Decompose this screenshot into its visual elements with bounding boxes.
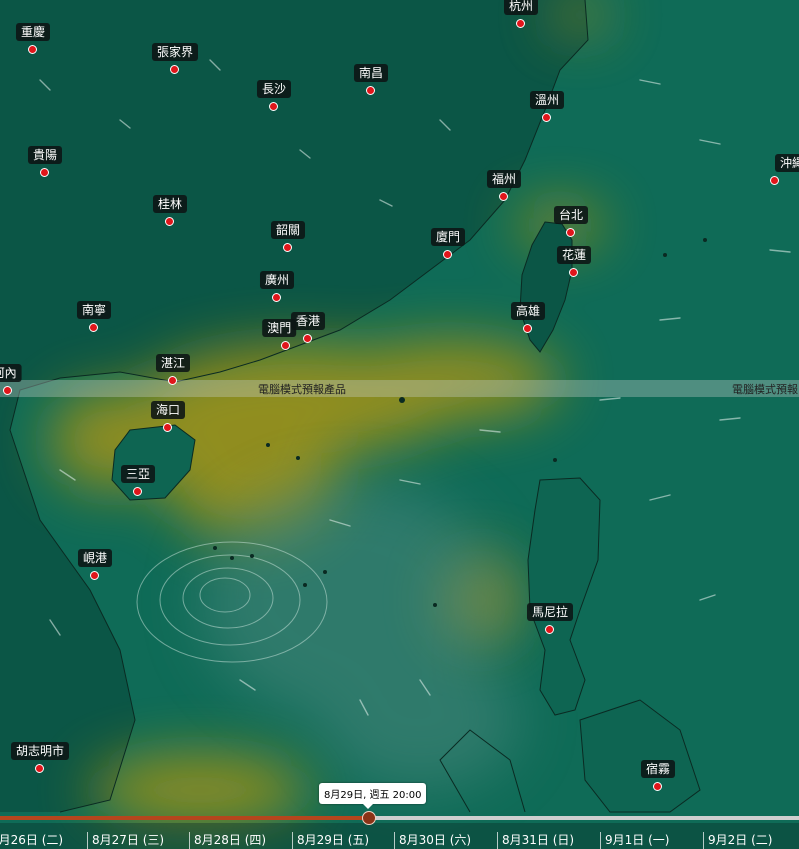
timeline-day[interactable]: 8月26日 (二) <box>0 832 63 849</box>
location-dot-icon <box>569 268 578 277</box>
timeline-day[interactable]: 8月31日 (日) <box>497 832 574 849</box>
location-dot-icon <box>653 782 662 791</box>
location-dot-icon <box>542 113 551 122</box>
location-dot-icon <box>283 243 292 252</box>
timeline-day[interactable]: 8月27日 (三) <box>87 832 164 849</box>
timeline-tooltip: 8月29日, 週五 20:00 <box>319 783 427 809</box>
location-dot-icon <box>28 45 37 54</box>
location-dot-icon <box>566 228 575 237</box>
location-dot-icon <box>303 334 312 343</box>
city-label: 韶關 <box>270 221 306 239</box>
location-dot-icon <box>516 19 525 28</box>
city-label: 桂林 <box>152 195 188 213</box>
city-label: 重慶 <box>15 23 51 41</box>
location-dot-icon <box>90 571 99 580</box>
city-label: 長沙 <box>256 80 292 98</box>
city-label: 貴陽 <box>27 146 63 164</box>
city-label: 河內 <box>0 364 22 382</box>
location-dot-icon <box>3 386 12 395</box>
city-label: 台北 <box>553 206 589 224</box>
location-dot-icon <box>281 341 290 350</box>
city-label: 花蓮 <box>556 246 592 264</box>
city-label: 福州 <box>486 170 522 188</box>
location-dot-icon <box>770 176 779 185</box>
location-dot-icon <box>163 423 172 432</box>
location-dot-icon <box>165 217 174 226</box>
city-label: 三亞 <box>120 465 156 483</box>
location-dot-icon <box>366 86 375 95</box>
location-dot-icon <box>168 376 177 385</box>
city-label: 廈門 <box>430 228 466 246</box>
location-dot-icon <box>89 323 98 332</box>
location-dot-icon <box>269 102 278 111</box>
city-label: 湛江 <box>155 354 191 372</box>
city-label: 沖繩 <box>775 154 799 172</box>
timeline-handle[interactable] <box>362 811 376 825</box>
timeline-day[interactable]: 8月29日 (五) <box>292 832 369 849</box>
city-label: 杭州 <box>503 0 539 15</box>
timeline-day[interactable]: 8月30日 (六) <box>394 832 471 849</box>
banner-text: 電腦模式預報產品 <box>258 383 346 396</box>
city-label: 峴港 <box>77 549 113 567</box>
city-label: 宿霧 <box>640 760 676 778</box>
city-label: 胡志明市 <box>10 742 70 760</box>
location-dot-icon <box>545 625 554 634</box>
city-label: 馬尼拉 <box>526 603 574 621</box>
timeline-progress <box>0 816 369 820</box>
location-dot-icon <box>40 168 49 177</box>
city-label: 南昌 <box>353 64 389 82</box>
timeline-day-strip: 8月26日 (二) 8月27日 (三) 8月28日 (四) 8月29日 (五) … <box>0 823 799 849</box>
city-label: 海口 <box>150 401 186 419</box>
banner-text-right: 電腦模式預報 <box>732 383 798 396</box>
city-label: 張家界 <box>151 43 199 61</box>
city-label: 高雄 <box>510 302 546 320</box>
forecast-timeline[interactable]: 8月26日 (二) 8月27日 (三) 8月28日 (四) 8月29日 (五) … <box>0 783 799 849</box>
location-dot-icon <box>35 764 44 773</box>
location-dot-icon <box>499 192 508 201</box>
city-label: 廣州 <box>259 271 295 289</box>
location-dot-icon <box>523 324 532 333</box>
city-label: 南寧 <box>76 301 112 319</box>
timeline-day[interactable]: 9月2日 (二) <box>703 832 772 849</box>
wind-map[interactable] <box>0 0 799 849</box>
location-dot-icon <box>133 487 142 496</box>
timeline-day[interactable]: 9月1日 (一) <box>600 832 669 849</box>
model-forecast-banner: 電腦模式預報產品 電腦模式預報 <box>0 380 799 397</box>
timeline-day[interactable]: 8月28日 (四) <box>189 832 266 849</box>
city-label: 澳門 <box>262 319 297 337</box>
location-dot-icon <box>443 250 452 259</box>
location-dot-icon <box>170 65 179 74</box>
location-dot-icon <box>272 293 281 302</box>
city-label: 溫州 <box>529 91 565 109</box>
